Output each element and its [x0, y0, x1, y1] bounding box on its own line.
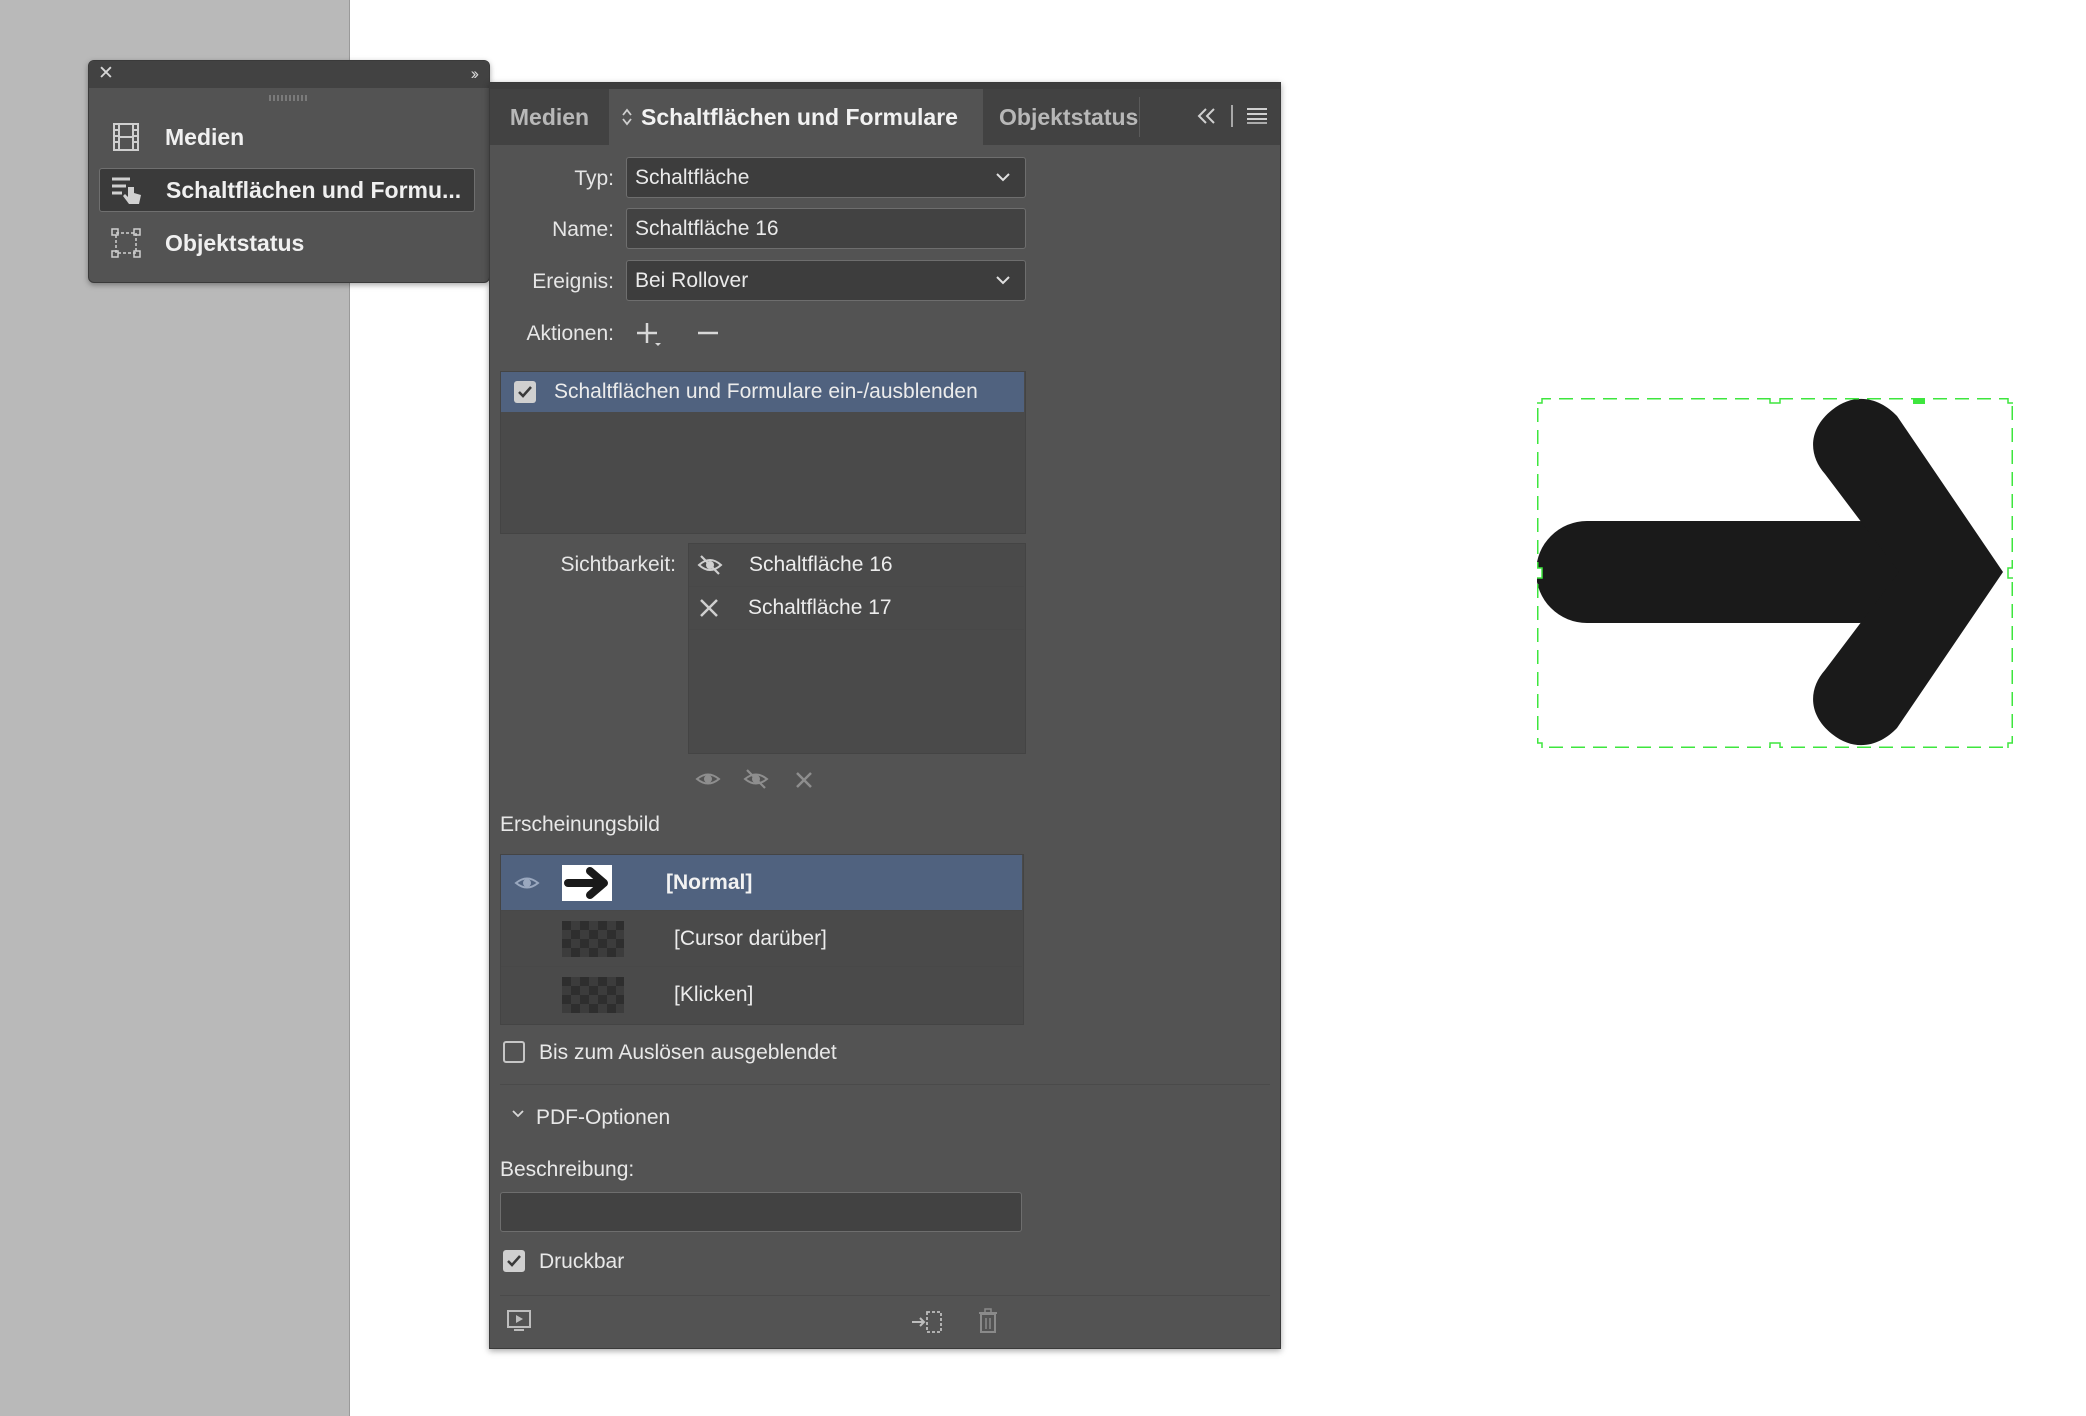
name-value: Schaltfläche 16	[635, 216, 779, 240]
trash-icon[interactable]	[977, 1308, 999, 1334]
arrow-button-object[interactable]	[1537, 398, 2013, 748]
docked-panel-group: ✕ ›› Medien Schaltflächen und Formu... O…	[88, 60, 490, 283]
arrow-shape[interactable]	[1537, 398, 2013, 748]
description-field[interactable]	[500, 1192, 1022, 1232]
docked-item-label: Medien	[165, 123, 245, 150]
show-icon[interactable]	[695, 769, 721, 789]
tab-buttons-forms[interactable]: Schaltflächen und Formulare	[609, 89, 983, 145]
tab-divider	[1139, 97, 1140, 137]
panel-tab-bar: Medien Schaltflächen und Formulare Objek…	[490, 89, 1280, 145]
chevron-down-icon[interactable]	[510, 1107, 526, 1121]
type-value: Schaltfläche	[635, 165, 750, 189]
collapse-panel-icon[interactable]	[1196, 106, 1218, 126]
panel-menu-icon[interactable]	[1246, 107, 1268, 125]
hidden-until-triggered-checkbox[interactable]	[503, 1041, 525, 1063]
chevron-down-icon	[991, 268, 1015, 292]
sort-arrows-icon	[621, 107, 633, 127]
ignore-icon[interactable]	[794, 770, 814, 790]
description-label: Beschreibung:	[500, 1158, 635, 1181]
eye-icon[interactable]	[514, 873, 540, 893]
content-grabber-handle[interactable]	[1913, 398, 1925, 404]
docked-item-medien[interactable]: Medien	[99, 115, 475, 159]
tab-object-states[interactable]: Objektstatus	[983, 89, 1139, 145]
expand-panels-icon[interactable]: ››	[471, 64, 480, 84]
appearance-row-click[interactable]: [Klicken]	[501, 967, 1022, 1022]
divider	[689, 629, 1024, 630]
arrow-thumbnail-icon	[562, 864, 612, 901]
printable-checkbox[interactable]	[503, 1250, 525, 1272]
remove-action-icon[interactable]	[695, 320, 721, 346]
type-label: Typ:	[574, 167, 614, 190]
docked-panel-titlebar[interactable]: ✕ ››	[89, 61, 489, 88]
appearance-row-rollover[interactable]: [Cursor darüber]	[501, 911, 1022, 966]
tab-medien[interactable]: Medien	[490, 89, 609, 145]
buttons-forms-panel: Medien Schaltflächen und Formulare Objek…	[489, 82, 1281, 1349]
actions-label: Aktionen:	[526, 322, 614, 345]
visibility-item-name: Schaltfläche 16	[749, 553, 893, 576]
action-row[interactable]: Schaltflächen und Formulare ein-/ausblen…	[501, 372, 1024, 412]
object-state-icon	[109, 226, 143, 260]
event-label: Ereignis:	[532, 270, 614, 293]
ignore-icon[interactable]	[698, 597, 720, 619]
event-dropdown[interactable]: Bei Rollover	[626, 260, 1026, 301]
appearance-state-label: [Normal]	[666, 870, 753, 894]
appearance-list[interactable]: [Normal] [Cursor darüber] [Klicken]	[500, 854, 1024, 1025]
printable-label: Druckbar	[539, 1250, 625, 1273]
divider	[500, 1295, 1270, 1296]
grip-icon[interactable]	[269, 95, 309, 101]
empty-thumbnail-icon	[562, 976, 624, 1013]
name-field[interactable]: Schaltfläche 16	[626, 208, 1026, 249]
docked-item-label: Objektstatus	[165, 229, 305, 256]
docked-item-object-states[interactable]: Objektstatus	[99, 221, 475, 265]
convert-object-icon[interactable]	[910, 1309, 944, 1335]
action-label: Schaltflächen und Formulare ein-/ausblen…	[554, 380, 978, 403]
docked-item-buttons-forms[interactable]: Schaltflächen und Formu...	[99, 168, 475, 212]
event-value: Bei Rollover	[635, 268, 749, 292]
appearance-heading: Erscheinungsbild	[500, 813, 660, 836]
visibility-label: Sichtbarkeit:	[560, 553, 676, 576]
name-label: Name:	[552, 218, 614, 241]
hide-icon[interactable]	[697, 554, 723, 576]
visibility-row[interactable]: Schaltfläche 17	[689, 587, 1024, 629]
appearance-state-label: [Klicken]	[674, 982, 754, 1006]
appearance-row-normal[interactable]: [Normal]	[501, 855, 1022, 910]
add-action-icon[interactable]	[635, 320, 663, 348]
actions-list[interactable]: Schaltflächen und Formulare ein-/ausblen…	[500, 371, 1026, 534]
divider	[500, 1084, 1270, 1085]
hide-icon[interactable]	[743, 768, 769, 790]
type-dropdown[interactable]: Schaltfläche	[626, 157, 1026, 198]
appearance-state-label: [Cursor darüber]	[674, 926, 827, 950]
docked-item-label: Schaltflächen und Formu...	[166, 176, 462, 203]
action-enabled-checkbox[interactable]	[514, 381, 536, 403]
close-icon[interactable]: ✕	[98, 64, 114, 84]
chevron-down-icon	[991, 165, 1015, 189]
film-icon	[109, 120, 143, 154]
preview-icon[interactable]	[506, 1309, 532, 1333]
visibility-row[interactable]: Schaltfläche 16	[689, 544, 1024, 586]
button-hand-icon	[110, 173, 144, 207]
pdf-options-heading[interactable]: PDF-Optionen	[536, 1106, 670, 1130]
empty-thumbnail-icon	[562, 920, 624, 957]
visibility-item-name: Schaltfläche 17	[748, 596, 892, 619]
visibility-list[interactable]: Schaltfläche 16 Schaltfläche 17	[688, 543, 1026, 754]
hidden-until-triggered-label: Bis zum Auslösen ausgeblendet	[539, 1041, 837, 1064]
tab-separator	[1231, 105, 1233, 127]
